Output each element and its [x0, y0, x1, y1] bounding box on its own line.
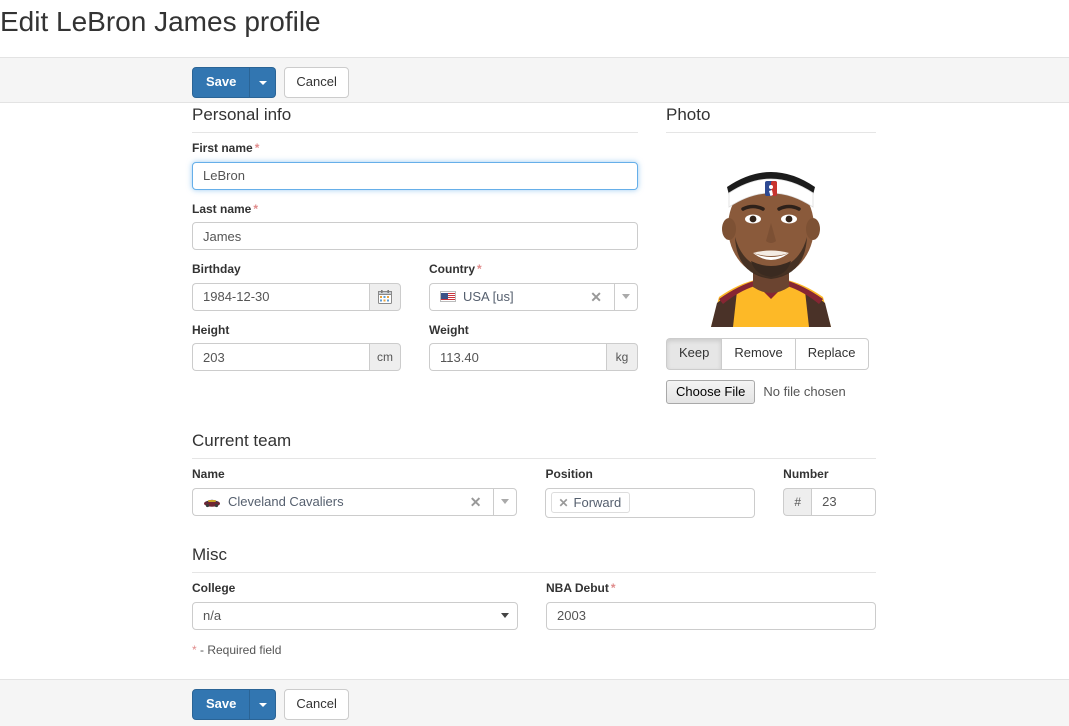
number-input-group: # — [783, 488, 876, 516]
photo-preview — [666, 147, 876, 327]
save-split-button[interactable]: Save — [192, 67, 276, 98]
first-name-label: First name* — [192, 141, 638, 157]
college-label: College — [192, 581, 518, 597]
country-select[interactable]: USA [us] ✕ — [429, 283, 638, 311]
team-name-label: Name — [192, 467, 517, 483]
last-name-label-text: Last name — [192, 202, 251, 216]
dropdown-arrow-icon[interactable] — [614, 283, 638, 311]
photo-replace-button[interactable]: Replace — [795, 338, 869, 369]
team-name-value: Cleveland Cavaliers — [228, 494, 466, 509]
number-prefix-addon: # — [783, 488, 811, 516]
last-name-group: Last name* — [192, 202, 638, 251]
first-name-label-text: First name — [192, 141, 253, 155]
height-input[interactable] — [192, 343, 369, 371]
nba-debut-label: NBA Debut* — [546, 581, 876, 597]
first-name-input[interactable] — [192, 162, 638, 190]
country-value: USA [us] — [463, 289, 586, 304]
page-title: Edit LeBron James profile — [0, 0, 1069, 36]
clear-icon[interactable]: ✕ — [586, 290, 606, 304]
clear-icon[interactable]: ✕ — [466, 495, 486, 509]
position-tag-label: Forward — [574, 495, 622, 510]
file-status-text: No file chosen — [763, 384, 845, 399]
number-label: Number — [783, 467, 876, 483]
team-name-group: Name Cleveland Cavaliers — [192, 467, 517, 516]
required-field-note: * - Required field — [192, 643, 876, 657]
save-split-button-bottom[interactable]: Save — [192, 689, 276, 720]
required-note-text: - Required field — [197, 643, 282, 657]
height-unit-addon: cm — [369, 343, 401, 371]
cancel-button[interactable]: Cancel — [284, 67, 348, 98]
birthday-country-row: Birthday — [192, 262, 638, 311]
country-select-display[interactable]: USA [us] ✕ — [429, 283, 614, 311]
position-tag[interactable]: ✕ Forward — [551, 492, 630, 513]
height-label: Height — [192, 323, 401, 339]
personal-info-heading: Personal info — [192, 104, 638, 133]
college-group: College n/a — [192, 581, 518, 630]
position-tags-input[interactable]: ✕ Forward — [545, 488, 755, 518]
bottom-toolbar: Save Cancel — [0, 679, 1069, 726]
photo-action-button-group[interactable]: Keep Remove Replace — [666, 338, 869, 369]
height-group: Height cm — [192, 323, 401, 372]
birthday-group: Birthday — [192, 262, 401, 311]
save-button-bottom[interactable]: Save — [192, 689, 250, 720]
photo-remove-button[interactable]: Remove — [721, 338, 794, 369]
misc-heading: Misc — [192, 544, 876, 573]
caret-down-icon — [259, 703, 267, 707]
personal-info-section: Personal info First name* Last name* Bir… — [192, 104, 638, 371]
dropdown-arrow-icon[interactable] — [493, 488, 517, 516]
required-marker: * — [611, 581, 616, 595]
birthday-input[interactable] — [192, 283, 369, 311]
number-group: Number # — [783, 467, 876, 516]
birthday-label: Birthday — [192, 262, 401, 278]
position-group: Position ✕ Forward — [545, 467, 755, 518]
photo-heading: Photo — [666, 104, 876, 133]
weight-unit-addon: kg — [606, 343, 638, 371]
remove-tag-icon[interactable]: ✕ — [558, 496, 568, 510]
misc-section: Misc College n/a NBA Debut* * - Required… — [192, 544, 876, 657]
last-name-label: Last name* — [192, 202, 638, 218]
first-name-group: First name* — [192, 141, 638, 190]
save-dropdown-toggle[interactable] — [250, 67, 276, 98]
weight-label: Weight — [429, 323, 638, 339]
required-marker: * — [255, 141, 260, 155]
country-label: Country* — [429, 262, 638, 278]
us-flag-icon — [440, 291, 456, 302]
photo-file-input-row: Choose File No file chosen — [666, 380, 876, 404]
save-button[interactable]: Save — [192, 67, 250, 98]
choose-file-button[interactable]: Choose File — [666, 380, 755, 404]
caret-down-icon — [259, 81, 267, 85]
current-team-section: Current team Name — [192, 430, 876, 518]
nba-debut-group: NBA Debut* — [546, 581, 876, 630]
country-label-text: Country — [429, 262, 475, 276]
team-logo-icon — [203, 496, 221, 508]
cancel-button-bottom[interactable]: Cancel — [284, 689, 348, 720]
required-marker: * — [477, 262, 482, 276]
weight-input[interactable] — [429, 343, 606, 371]
current-team-heading: Current team — [192, 430, 876, 459]
weight-input-group: kg — [429, 343, 638, 371]
photo-section: Photo — [666, 104, 876, 404]
nba-debut-label-text: NBA Debut — [546, 581, 609, 595]
position-label: Position — [545, 467, 755, 483]
height-weight-row: Height cm Weight kg — [192, 323, 638, 372]
number-input[interactable] — [811, 488, 876, 516]
player-photo — [667, 149, 875, 327]
birthday-input-group — [192, 283, 401, 311]
team-name-select[interactable]: Cleveland Cavaliers ✕ — [192, 488, 517, 516]
college-select-wrap: n/a — [192, 602, 518, 630]
save-dropdown-toggle-bottom[interactable] — [250, 689, 276, 720]
country-group: Country* — [429, 262, 638, 311]
team-name-select-display[interactable]: Cleveland Cavaliers ✕ — [192, 488, 493, 516]
photo-keep-button[interactable]: Keep — [666, 338, 721, 369]
height-input-group: cm — [192, 343, 401, 371]
calendar-icon[interactable] — [369, 283, 401, 311]
weight-group: Weight kg — [429, 323, 638, 372]
nba-debut-input[interactable] — [546, 602, 876, 630]
required-marker: * — [253, 202, 258, 216]
last-name-input[interactable] — [192, 222, 638, 250]
top-toolbar: Save Cancel — [0, 57, 1069, 103]
college-select[interactable]: n/a — [192, 602, 518, 630]
